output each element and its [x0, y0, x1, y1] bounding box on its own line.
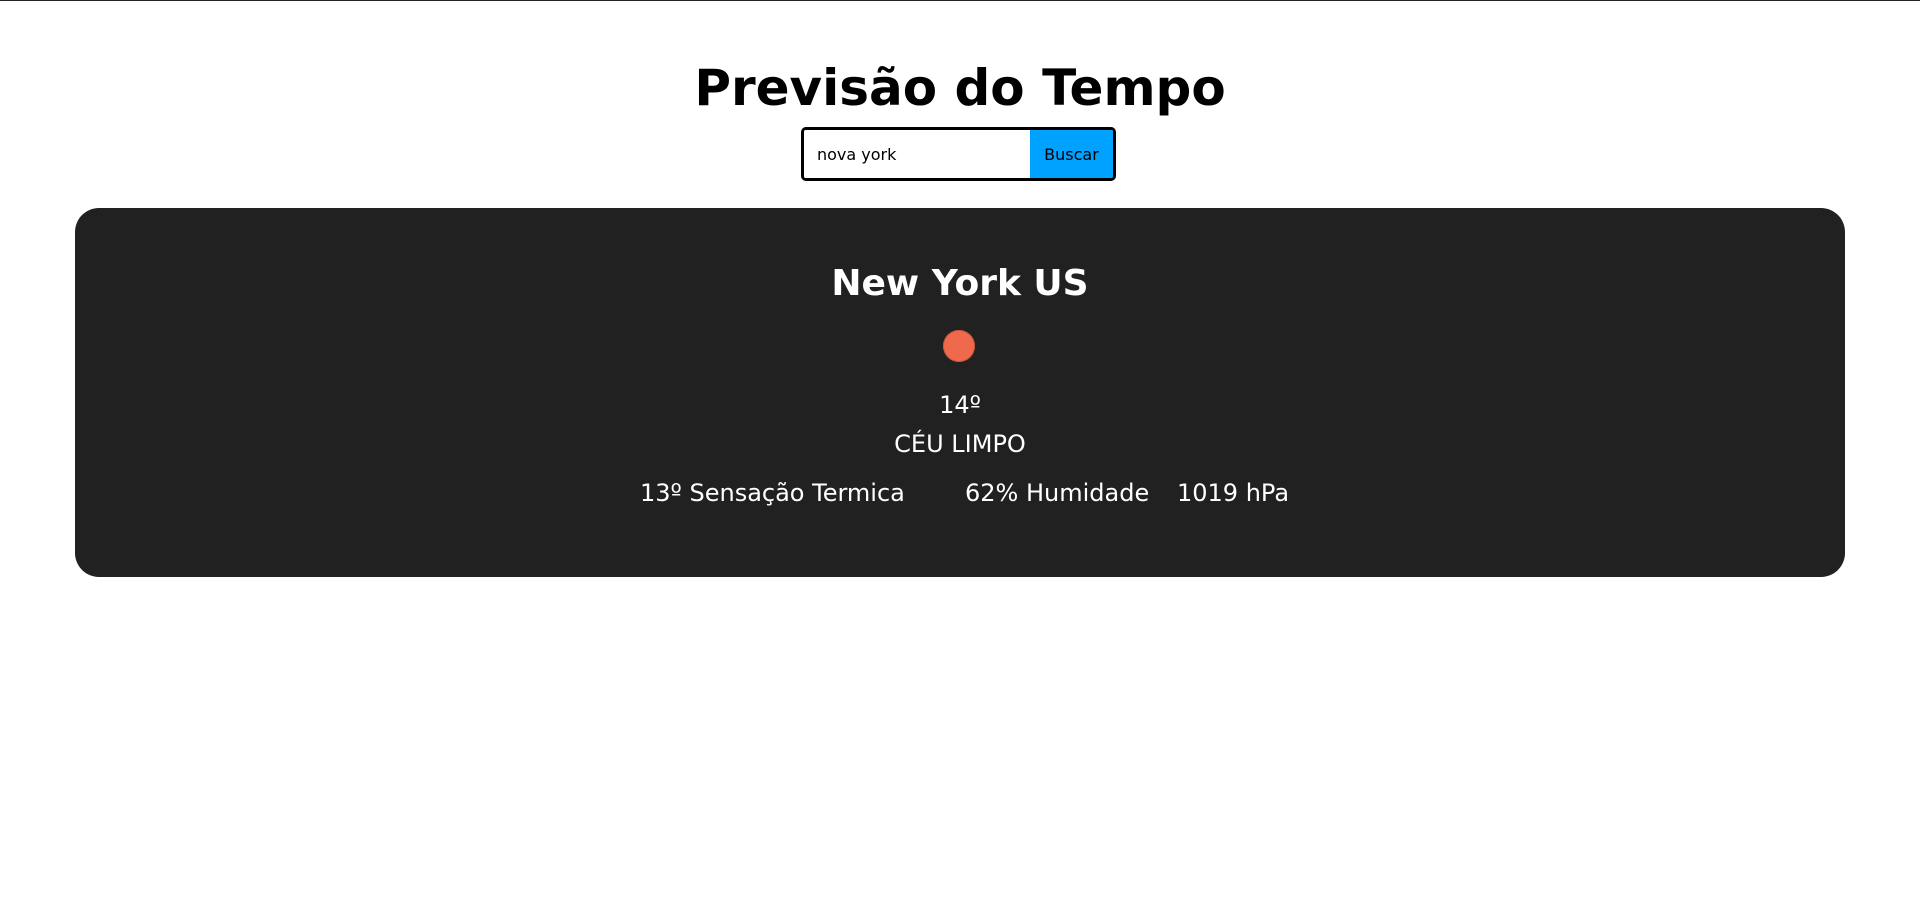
top-border [0, 0, 1920, 1]
weather-card: New York US 14º CÉU LIMPO 13º Sensação T… [75, 208, 1845, 577]
city-name: New York US [831, 263, 1089, 304]
search-button[interactable]: Buscar [1030, 130, 1113, 178]
search-input[interactable] [804, 130, 1030, 178]
page-title: Previsão do Tempo [694, 59, 1226, 117]
temperature: 14º [939, 391, 981, 419]
feels-like: 13º Sensação Termica [640, 479, 905, 507]
search-form: Buscar [801, 127, 1116, 181]
weather-description: CÉU LIMPO [894, 430, 1026, 458]
pressure: 1019 hPa [1177, 479, 1290, 507]
humidity: 62% Humidade [965, 479, 1150, 507]
sun-icon [943, 330, 975, 362]
